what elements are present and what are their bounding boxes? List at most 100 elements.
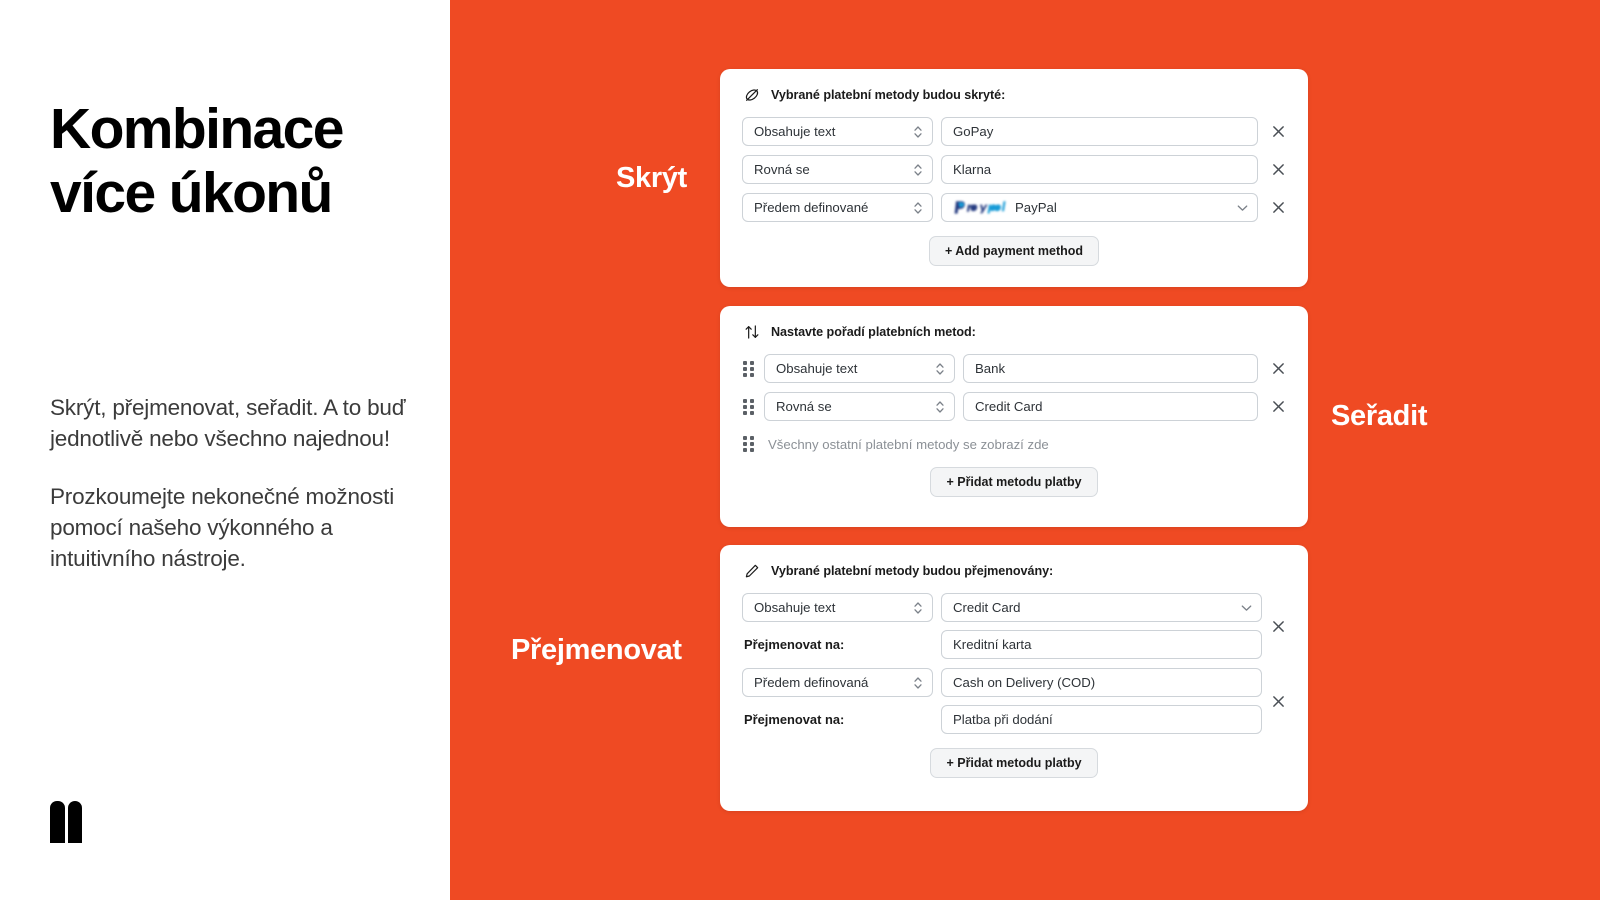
sort-value-input-1[interactable]: Bank (963, 354, 1258, 383)
hide-condition-value-1: Obsahuje text (754, 124, 836, 139)
rename-target-text-2: Platba při dodání (953, 712, 1053, 727)
hide-card-title: Vybrané platební metody budou skryté: (771, 88, 1006, 102)
label-hide: Skrýt (616, 162, 688, 194)
sort-value-text-2: Credit Card (975, 399, 1043, 414)
hide-card-header: Vybrané platební metody budou skryté: (742, 87, 1286, 103)
rename-add-wrap: + Přidat metodu platby (742, 748, 1286, 778)
sort-arrows-icon (744, 324, 760, 340)
pencil-icon (744, 563, 760, 579)
remove-rename-rule-button-1[interactable] (1270, 618, 1286, 634)
hide-condition-select-3[interactable]: Předem definované (742, 193, 933, 222)
hide-rule-row-2: Rovná se Klarna (742, 155, 1286, 184)
page-title: Kombinace více úkonů (50, 97, 344, 225)
hide-value-input-2[interactable]: Klarna (941, 155, 1258, 184)
slide-root: Kombinace více úkonů Skrýt, přejmenovat,… (0, 0, 1600, 900)
left-content-panel: Kombinace více úkonů Skrýt, přejmenovat,… (0, 0, 450, 900)
drag-handle-icon[interactable] (742, 435, 754, 453)
add-payment-method-button-rename[interactable]: + Přidat metodu platby (930, 748, 1098, 778)
sort-remaining-methods-label: Všechny ostatní platební metody se zobra… (768, 436, 1049, 452)
add-payment-method-button-hide[interactable]: + Add payment method (928, 236, 1100, 266)
hide-add-wrap: + Add payment method (742, 236, 1286, 266)
hide-value-text-3: PayPal (1015, 200, 1057, 215)
sort-card-title: Nastavte pořadí platebních metod: (771, 325, 976, 339)
updown-chevrons-icon (913, 201, 923, 215)
updown-chevrons-icon (913, 163, 923, 177)
eye-off-icon (744, 87, 760, 103)
logo-bar-left (50, 801, 65, 843)
label-rename: Přejmenovat (511, 634, 682, 666)
sort-value-text-1: Bank (975, 361, 1006, 376)
updown-chevrons-icon (935, 400, 945, 414)
logo-bar-right (67, 801, 82, 843)
right-orange-panel: Skrýt Seřadit Přejmenovat Vybrané plateb… (450, 0, 1600, 900)
rename-to-label-2: Přejmenovat na: (744, 712, 845, 727)
two-bars-logo (50, 801, 82, 843)
paypal-logo (953, 200, 1009, 215)
rename-rules-card: Vybrané platební metody budou přejmenová… (720, 545, 1308, 811)
hide-condition-select-1[interactable]: Obsahuje text (742, 117, 933, 146)
updown-chevrons-icon (913, 601, 923, 615)
rename-target-input-1[interactable]: Kreditní karta (941, 630, 1262, 659)
hide-value-text-1: GoPay (953, 124, 994, 139)
rename-condition-row-2: Předem definovaná Cash on Delivery (COD) (742, 668, 1262, 697)
sort-add-wrap: + Přidat metodu platby (742, 467, 1286, 497)
rename-target-row-1: Přejmenovat na: Kreditní karta (742, 630, 1262, 659)
hide-value-select-3[interactable]: PayPal (941, 193, 1258, 222)
sort-rule-row-1: Obsahuje text Bank (742, 354, 1286, 383)
hide-condition-value-3: Předem definované (754, 200, 869, 215)
rename-target-text-1: Kreditní karta (953, 637, 1032, 652)
rename-group-2: Předem definovaná Cash on Delivery (COD) (742, 668, 1286, 734)
rename-source-text-2: Cash on Delivery (COD) (953, 675, 1096, 690)
updown-chevrons-icon (913, 676, 923, 690)
rename-target-row-2: Přejmenovat na: Platba při dodání (742, 705, 1262, 734)
rename-condition-select-1[interactable]: Obsahuje text (742, 593, 933, 622)
hide-condition-value-2: Rovná se (754, 162, 810, 177)
body-paragraph-1: Skrýt, přejmenovat, seřadit. A to buď je… (50, 395, 406, 452)
sort-condition-value-2: Rovná se (776, 399, 832, 414)
remove-rename-rule-button-2[interactable] (1270, 693, 1286, 709)
sort-condition-value-1: Obsahuje text (776, 361, 858, 376)
updown-chevrons-icon (913, 125, 923, 139)
sort-rule-row-2: Rovná se Credit Card (742, 392, 1286, 421)
rename-condition-value-1: Obsahuje text (754, 600, 836, 615)
remove-sort-rule-button-2[interactable] (1270, 399, 1286, 415)
remove-rename-rule-wrap-2 (1266, 693, 1286, 709)
remove-rename-rule-wrap-1 (1266, 618, 1286, 634)
body-copy: Skrýt, přejmenovat, seřadit. A to buď je… (50, 392, 410, 574)
rename-source-select-1[interactable]: Credit Card (941, 593, 1262, 622)
sort-condition-select-2[interactable]: Rovná se (764, 392, 955, 421)
sort-condition-select-1[interactable]: Obsahuje text (764, 354, 955, 383)
sort-rules-card: Nastavte pořadí platebních metod: Obsahu… (720, 306, 1308, 527)
hide-value-text-2: Klarna (953, 162, 992, 177)
rename-source-input-2[interactable]: Cash on Delivery (COD) (941, 668, 1262, 697)
chevron-down-icon (1237, 204, 1248, 211)
rename-condition-select-2[interactable]: Předem definovaná (742, 668, 933, 697)
sort-card-header: Nastavte pořadí platebních metod: (742, 324, 1286, 340)
hide-rule-row-1: Obsahuje text GoPay (742, 117, 1286, 146)
label-sort: Seřadit (1331, 400, 1428, 432)
rename-condition-value-2: Předem definovaná (754, 675, 869, 690)
hide-condition-select-2[interactable]: Rovná se (742, 155, 933, 184)
drag-handle-icon[interactable] (742, 398, 754, 416)
rename-to-label-1: Přejmenovat na: (744, 637, 845, 652)
rename-condition-row-1: Obsahuje text Credit Card (742, 593, 1262, 622)
chevron-down-icon (1241, 604, 1252, 611)
rename-source-text-1: Credit Card (953, 600, 1021, 615)
hide-rules-card: Vybrané platební metody budou skryté: Ob… (720, 69, 1308, 287)
rename-target-input-2[interactable]: Platba při dodání (941, 705, 1262, 734)
remove-sort-rule-button-1[interactable] (1270, 361, 1286, 377)
rename-group-1-inner: Obsahuje text Credit Card Přejmenovat na… (742, 593, 1262, 659)
rename-group-1: Obsahuje text Credit Card Přejmenovat na… (742, 593, 1286, 659)
hide-value-input-1[interactable]: GoPay (941, 117, 1258, 146)
body-paragraph-2: Prozkoumejte nekonečné možnosti pomocí n… (50, 483, 394, 572)
drag-handle-icon[interactable] (742, 360, 754, 378)
remove-rule-button-2[interactable] (1270, 162, 1286, 178)
sort-value-input-2[interactable]: Credit Card (963, 392, 1258, 421)
sort-remaining-methods-row: Všechny ostatní platební metody se zobra… (742, 435, 1286, 453)
remove-rule-button-1[interactable] (1270, 124, 1286, 140)
rename-card-title: Vybrané platební metody budou přejmenová… (771, 564, 1054, 578)
updown-chevrons-icon (935, 362, 945, 376)
add-payment-method-button-sort[interactable]: + Přidat metodu platby (930, 467, 1098, 497)
remove-rule-button-3[interactable] (1270, 200, 1286, 216)
rename-group-2-inner: Předem definovaná Cash on Delivery (COD) (742, 668, 1262, 734)
